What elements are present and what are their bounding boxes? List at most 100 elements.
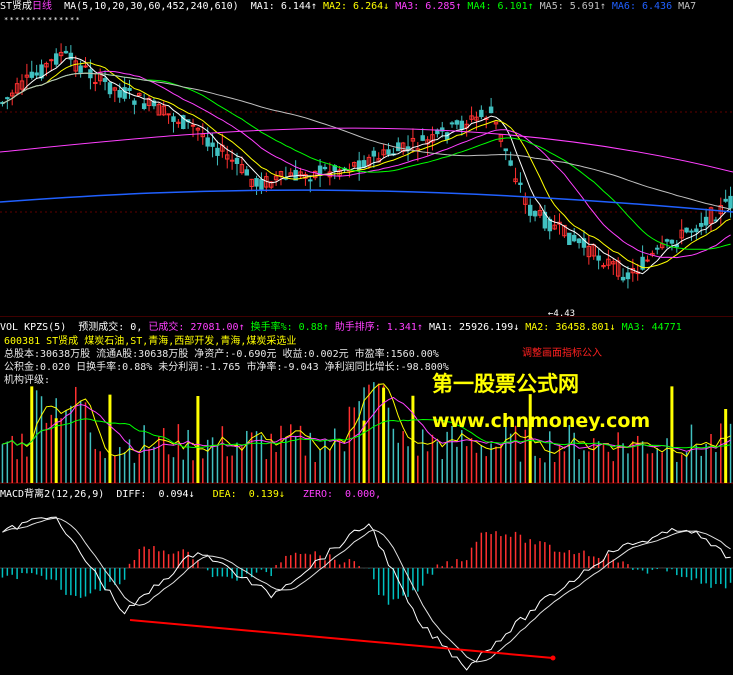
signal-star: *	[59, 16, 63, 24]
candle-body	[694, 228, 699, 233]
candle-body	[234, 157, 240, 165]
candle-body	[532, 210, 538, 217]
candle-body	[703, 216, 709, 226]
candle-body	[503, 148, 508, 152]
candle-body	[728, 195, 733, 209]
candle-body	[371, 150, 377, 157]
zero-value: 0.000,	[345, 489, 382, 500]
vol-values-list: 预测成交: 0, 已成交: 27081.00↑ 换手率%: 0.88↑ 助手排序: 1…	[78, 322, 688, 333]
stock-info-line4: 机构评级:	[4, 375, 51, 386]
candle-body	[459, 120, 465, 130]
candle-body	[205, 137, 210, 147]
candle-body	[29, 71, 34, 78]
signal-star: *	[54, 16, 58, 24]
candle-body	[34, 72, 39, 76]
ma-value-6: MA6: 6.436	[611, 1, 673, 12]
ma-line-3	[2, 70, 731, 259]
ma-value-1: MA1: 6.144↑	[250, 1, 317, 12]
period-label[interactable]: 日线	[32, 1, 52, 12]
candle-body	[259, 179, 264, 190]
watermark-url: www.chnmoney.com	[432, 410, 651, 432]
dea-label: DEA:	[212, 489, 237, 500]
candle-body	[699, 223, 704, 227]
candle-body	[171, 116, 176, 122]
candle-body	[122, 87, 127, 99]
ma-value-7: MA7	[678, 1, 697, 12]
candle-body	[386, 149, 391, 155]
candle-body	[723, 198, 728, 202]
low-price-label: ←4.43	[548, 309, 575, 317]
candle-body	[420, 135, 425, 141]
candle-body	[664, 239, 670, 242]
diff-label: DIFF:	[116, 489, 147, 500]
zero-label: ZERO:	[302, 489, 334, 500]
candle-body	[655, 247, 660, 250]
candle-body	[567, 232, 572, 245]
vol-item-2: 已成交: 27081.00↑	[148, 322, 245, 333]
stock-chart-window: ST贤成日线 MA(5,10,20,30,60,452,240,610) MA1…	[0, 0, 733, 675]
candle-body	[625, 272, 631, 280]
candle-body	[361, 160, 367, 168]
signal-star: *	[21, 16, 25, 24]
signal-star: *	[65, 16, 69, 24]
divergence-end-point	[550, 655, 556, 661]
candle-body	[322, 166, 328, 170]
macd-chart-area[interactable]	[0, 501, 733, 675]
diff-value: 0.094↓	[158, 489, 195, 500]
stock-info-line1: 600381 ST贤成 煤炭石油,ST,青海,西部开发,青海,煤炭采选业	[4, 336, 297, 347]
candle-body	[488, 106, 494, 114]
candle-body	[5, 97, 10, 100]
ma-line-4	[2, 72, 731, 250]
signal-star: *	[37, 16, 41, 24]
signal-star: *	[70, 16, 74, 24]
signal-star: *	[76, 16, 80, 24]
divergence-line	[129, 619, 554, 659]
vol-item-1: 预测成交: 0,	[78, 322, 143, 333]
macd-panel-header: MACD背离2(12,26,9) DIFF: 0.094↓ DEA: 0.139…	[0, 489, 393, 501]
stock-name[interactable]: ST贤成	[0, 1, 32, 12]
candle-body	[107, 82, 113, 95]
dea-value: 0.139↓	[248, 489, 285, 500]
candle-body	[83, 65, 88, 68]
signal-star: *	[43, 16, 47, 24]
ma-value-5: MA5: 5.691↑	[539, 1, 606, 12]
ma-value-4: MA4: 6.101↑	[467, 1, 534, 12]
stock-info-line2: 总股本:30638万股 流通A股:30638万股 净资产:-0.690元 收益:…	[4, 349, 439, 360]
candle-body	[63, 50, 69, 54]
candle-body	[229, 159, 235, 162]
candle-body	[53, 53, 59, 65]
candle-body	[518, 182, 523, 185]
vol-item-4: 助手排序: 1.341↑	[334, 322, 423, 333]
candle-body	[449, 122, 455, 125]
candle-body	[244, 169, 249, 176]
candle-body	[102, 78, 108, 82]
candle-body	[78, 65, 83, 73]
candle-body	[308, 179, 313, 182]
candle-body	[689, 230, 694, 233]
signal-star: *	[26, 16, 30, 24]
candle-body	[132, 100, 137, 105]
red-note: 调整画面指标公入	[522, 348, 602, 359]
candle-body	[508, 160, 513, 166]
candle-body	[454, 120, 460, 125]
signal-star: *	[10, 16, 14, 24]
candle-body	[117, 90, 122, 98]
vol-item-6: MA2: 36458.801↓	[525, 322, 616, 333]
ma-line-7	[0, 127, 733, 173]
ma-value-2: MA2: 6.264↓	[322, 1, 390, 12]
signal-star: *	[4, 16, 8, 24]
ma-params[interactable]: MA(5,10,20,30,60,452,240,610)	[64, 1, 239, 12]
watermark-title: 第一股票公式网	[432, 372, 579, 396]
vol-indicator-name[interactable]: VOL KPZS(5)	[0, 322, 66, 333]
macd-title[interactable]: MACD背离2(12,26,9)	[0, 489, 104, 500]
candle-body	[396, 142, 401, 152]
candle-body	[620, 276, 626, 281]
candle-body	[215, 147, 220, 156]
price-chart-area[interactable]: * * * * * * * * * * * * * *←4.43	[0, 12, 733, 317]
candle-body	[571, 234, 577, 242]
vol-item-7: MA3: 44771	[621, 322, 682, 333]
signal-star: *	[32, 16, 36, 24]
ma-value-3: MA3: 6.285↑	[395, 1, 462, 12]
candle-body	[190, 124, 196, 127]
vol-item-3: 换手率%: 0.88↑	[250, 322, 329, 333]
